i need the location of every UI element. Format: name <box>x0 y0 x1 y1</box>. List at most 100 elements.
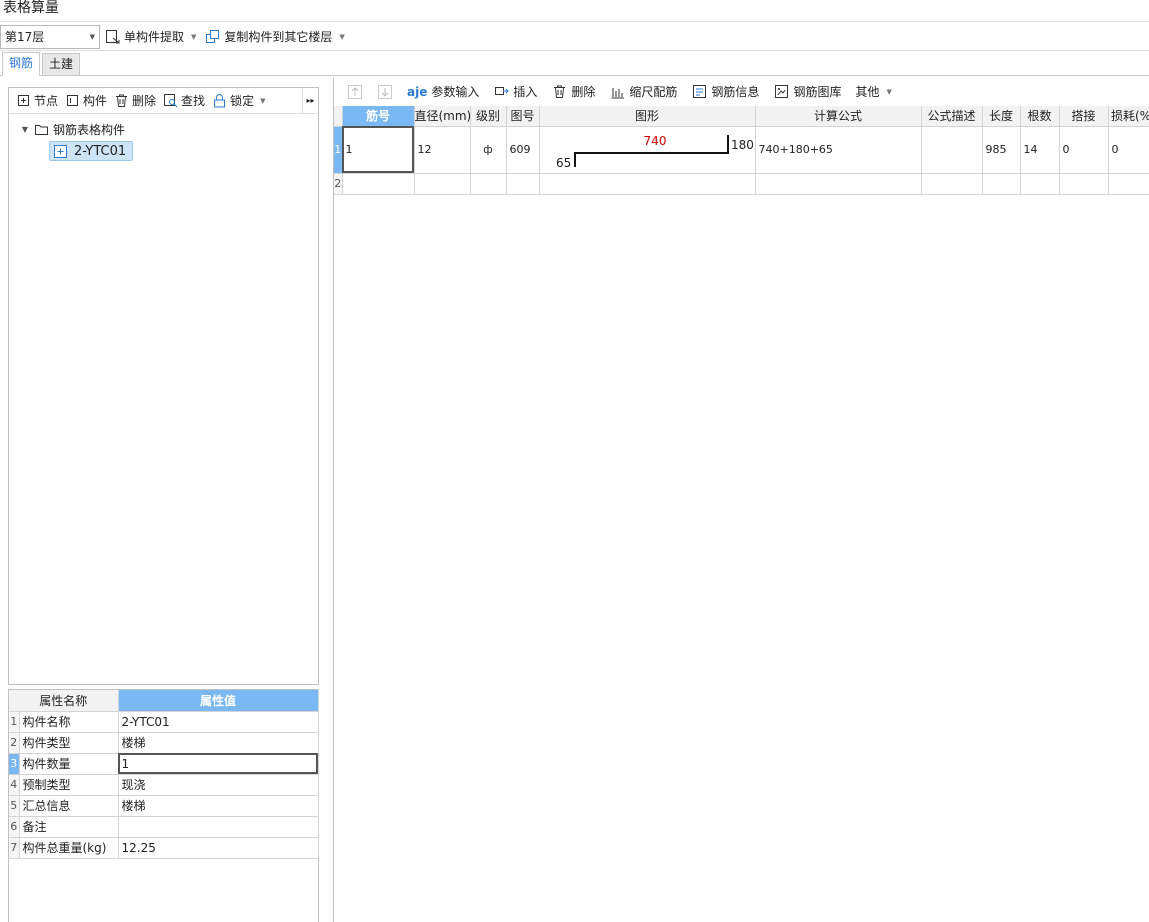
property-value-editing[interactable]: 1 <box>118 753 319 775</box>
move-down-button[interactable] <box>370 80 400 104</box>
cell-loss[interactable] <box>1108 173 1149 195</box>
component-tree: ▼ 钢筋表格构件 2-YTC01 <box>9 114 318 162</box>
cell-lap[interactable] <box>1059 173 1109 195</box>
tree-item-label: 2-YTC01 <box>74 143 127 159</box>
folder-icon <box>33 121 49 137</box>
other-menu-button[interactable]: 其他 ▼ <box>848 80 898 104</box>
tab-rebar[interactable]: 钢筋 <box>2 52 41 76</box>
property-row[interactable]: 1 构件名称 2-YTC01 <box>9 711 319 733</box>
cell-diameter[interactable]: 12 <box>414 126 471 174</box>
property-name-header: 属性名称 <box>9 690 119 712</box>
col-header-loss[interactable]: 损耗(% <box>1108 106 1149 127</box>
col-header-fig-no[interactable]: 图号 <box>506 106 540 127</box>
param-input-button[interactable]: aje 参数输入 <box>400 80 486 104</box>
cell-desc[interactable] <box>921 126 983 174</box>
property-row[interactable]: 5 汇总信息 楼梯 <box>9 795 319 817</box>
extract-label: 单构件提取 <box>124 30 185 44</box>
rebar-library-button[interactable]: 钢筋图库 <box>766 80 848 104</box>
property-name: 汇总信息 <box>19 795 119 817</box>
cell-desc[interactable] <box>921 173 983 195</box>
add-node-button[interactable]: 节点 <box>12 89 61 113</box>
cell-diameter[interactable] <box>414 173 471 195</box>
delete-row-label: 删除 <box>571 85 596 99</box>
rebar-info-label: 钢筋信息 <box>711 85 760 99</box>
cell-grade[interactable]: ф <box>470 126 507 174</box>
table-row[interactable]: 1 1 12 ф 609 740 180 65 740+180+65 985 1… <box>334 126 1149 174</box>
col-header-diameter[interactable]: 直径(mm) <box>414 106 471 127</box>
property-row[interactable]: 3 构件数量 1 <box>9 753 319 775</box>
property-row[interactable]: 2 构件类型 楼梯 <box>9 732 319 754</box>
col-header-shape[interactable]: 图形 <box>539 106 756 127</box>
copy-to-floor-button[interactable]: 复制构件到其它楼层 ▼ <box>200 25 348 49</box>
expand-arrow-icon[interactable]: ▼ <box>19 125 31 134</box>
cell-bar-no[interactable] <box>342 173 415 195</box>
info-list-icon <box>691 84 707 100</box>
expand-toolbar-icon[interactable]: ▸▸ <box>302 88 318 113</box>
insert-button[interactable]: 插入 <box>486 80 544 104</box>
col-header-desc[interactable]: 公式描述 <box>921 106 983 127</box>
property-row[interactable]: 6 备注 <box>9 816 319 838</box>
property-panel: 属性名称 属性值 1 构件名称 2-YTC01 2 构件类型 楼梯 3 构件数量… <box>8 689 319 922</box>
cell-formula[interactable] <box>755 173 922 195</box>
tree-item-2-ytc01[interactable]: 2-YTC01 <box>49 140 318 162</box>
cell-lap[interactable]: 0 <box>1059 126 1109 174</box>
col-header-formula[interactable]: 计算公式 <box>755 106 922 127</box>
extract-component-button[interactable]: 单构件提取 ▼ <box>100 25 200 49</box>
scale-rebar-button[interactable]: 缩尺配筋 <box>602 80 684 104</box>
grid-header-row: 筋号 直径(mm) 级别 图号 图形 计算公式 公式描述 长度 根数 搭接 损耗… <box>334 106 1149 127</box>
cell-length[interactable] <box>982 173 1021 195</box>
add-node-label: 节点 <box>34 94 59 108</box>
cell-grade[interactable] <box>470 173 507 195</box>
property-value[interactable]: 现浇 <box>118 774 319 796</box>
col-header-grade[interactable]: 级别 <box>470 106 507 127</box>
cell-count[interactable]: 14 <box>1020 126 1060 174</box>
property-name: 构件名称 <box>19 711 119 733</box>
add-node-icon <box>15 93 31 109</box>
col-header-length[interactable]: 长度 <box>982 106 1021 127</box>
delete-row-button[interactable]: 删除 <box>544 80 602 104</box>
tree-root[interactable]: ▼ 钢筋表格构件 <box>9 118 318 140</box>
property-value[interactable]: 楼梯 <box>118 795 319 817</box>
component-tree-panel: 节点 构件 删除 查找 锁定 ▼ ▸▸ ▼ 钢筋表格构件 2-YTC01 <box>8 87 319 685</box>
move-up-button[interactable] <box>340 80 370 104</box>
row-number: 5 <box>9 795 20 817</box>
cell-length[interactable]: 985 <box>982 126 1021 174</box>
lock-button[interactable]: 锁定 ▼ <box>208 89 268 113</box>
property-value[interactable]: 楼梯 <box>118 732 319 754</box>
chevron-down-icon: ▼ <box>191 32 197 41</box>
app-title: 表格算量 <box>0 0 1149 22</box>
copy-label: 复制构件到其它楼层 <box>224 30 333 44</box>
table-row[interactable]: 2 <box>334 173 1149 195</box>
find-button[interactable]: 查找 <box>159 89 208 113</box>
property-row[interactable]: 7 构件总重量(kg) 12.25 <box>9 837 319 859</box>
image-library-icon <box>773 84 789 100</box>
property-value[interactable]: 12.25 <box>118 837 319 859</box>
property-value[interactable] <box>118 816 319 838</box>
chevron-down-icon: ▼ <box>339 32 345 41</box>
tab-civil[interactable]: 土建 <box>42 53 81 75</box>
add-component-button[interactable]: 构件 <box>61 89 110 113</box>
cell-count[interactable] <box>1020 173 1060 195</box>
property-header-row: 属性名称 属性值 <box>9 690 319 712</box>
cell-fig-no[interactable]: 609 <box>506 126 540 174</box>
chevron-down-icon: ▼ <box>89 32 95 41</box>
cell-shape[interactable] <box>539 173 756 195</box>
cell-loss[interactable]: 0 <box>1108 126 1149 174</box>
cell-bar-no[interactable]: 1 <box>342 126 415 174</box>
row-number: 1 <box>334 126 343 174</box>
cell-fig-no[interactable] <box>506 173 540 195</box>
col-header-bar-no[interactable]: 筋号 <box>342 106 415 127</box>
tree-item-selected[interactable]: 2-YTC01 <box>49 141 134 161</box>
col-header-lap[interactable]: 搭接 <box>1059 106 1109 127</box>
trash-icon <box>113 93 129 109</box>
add-component-label: 构件 <box>83 94 108 108</box>
property-row[interactable]: 4 预制类型 现浇 <box>9 774 319 796</box>
rebar-info-button[interactable]: 钢筋信息 <box>684 80 766 104</box>
rebar-grid: 筋号 直径(mm) 级别 图号 图形 计算公式 公式描述 长度 根数 搭接 损耗… <box>334 106 1149 195</box>
delete-component-button[interactable]: 删除 <box>110 89 159 113</box>
property-value[interactable]: 2-YTC01 <box>118 711 319 733</box>
floor-select[interactable]: 第17层 ▼ <box>0 24 100 49</box>
col-header-count[interactable]: 根数 <box>1020 106 1060 127</box>
cell-formula[interactable]: 740+180+65 <box>755 126 922 174</box>
cell-shape[interactable]: 740 180 65 <box>539 126 756 174</box>
